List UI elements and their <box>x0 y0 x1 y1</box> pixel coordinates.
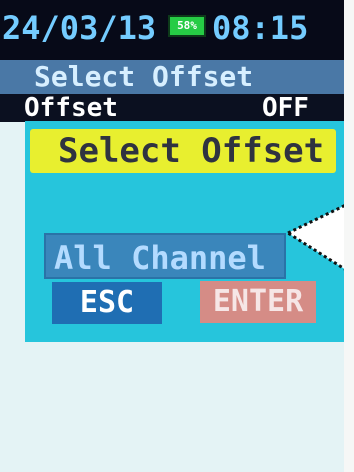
esc-button[interactable]: ESC <box>52 282 162 324</box>
page-title-bar: Select Offset <box>0 60 344 94</box>
date-readout: 24/03/13 <box>2 9 157 47</box>
dialog-title-bar: Select Offset <box>30 129 336 173</box>
channel-selector[interactable]: All Channel <box>44 233 286 279</box>
screen-bezel-edge <box>344 0 354 472</box>
offset-label: Offset <box>24 93 118 123</box>
status-bar: 24/03/13 58% 08:15 <box>0 0 344 60</box>
battery-icon: 58% <box>168 15 206 37</box>
enter-button[interactable]: ENTER <box>200 281 316 323</box>
dialog-title: Select Offset <box>58 131 325 171</box>
offset-value: OFF <box>262 93 309 123</box>
time-readout: 08:15 <box>212 9 309 47</box>
page-title: Select Offset <box>34 60 254 93</box>
device-screen: 24/03/13 58% 08:15 Select Offset Offset … <box>0 0 354 472</box>
channel-selector-value: All Channel <box>54 239 266 277</box>
offset-setting-row[interactable]: Offset OFF <box>0 94 344 122</box>
